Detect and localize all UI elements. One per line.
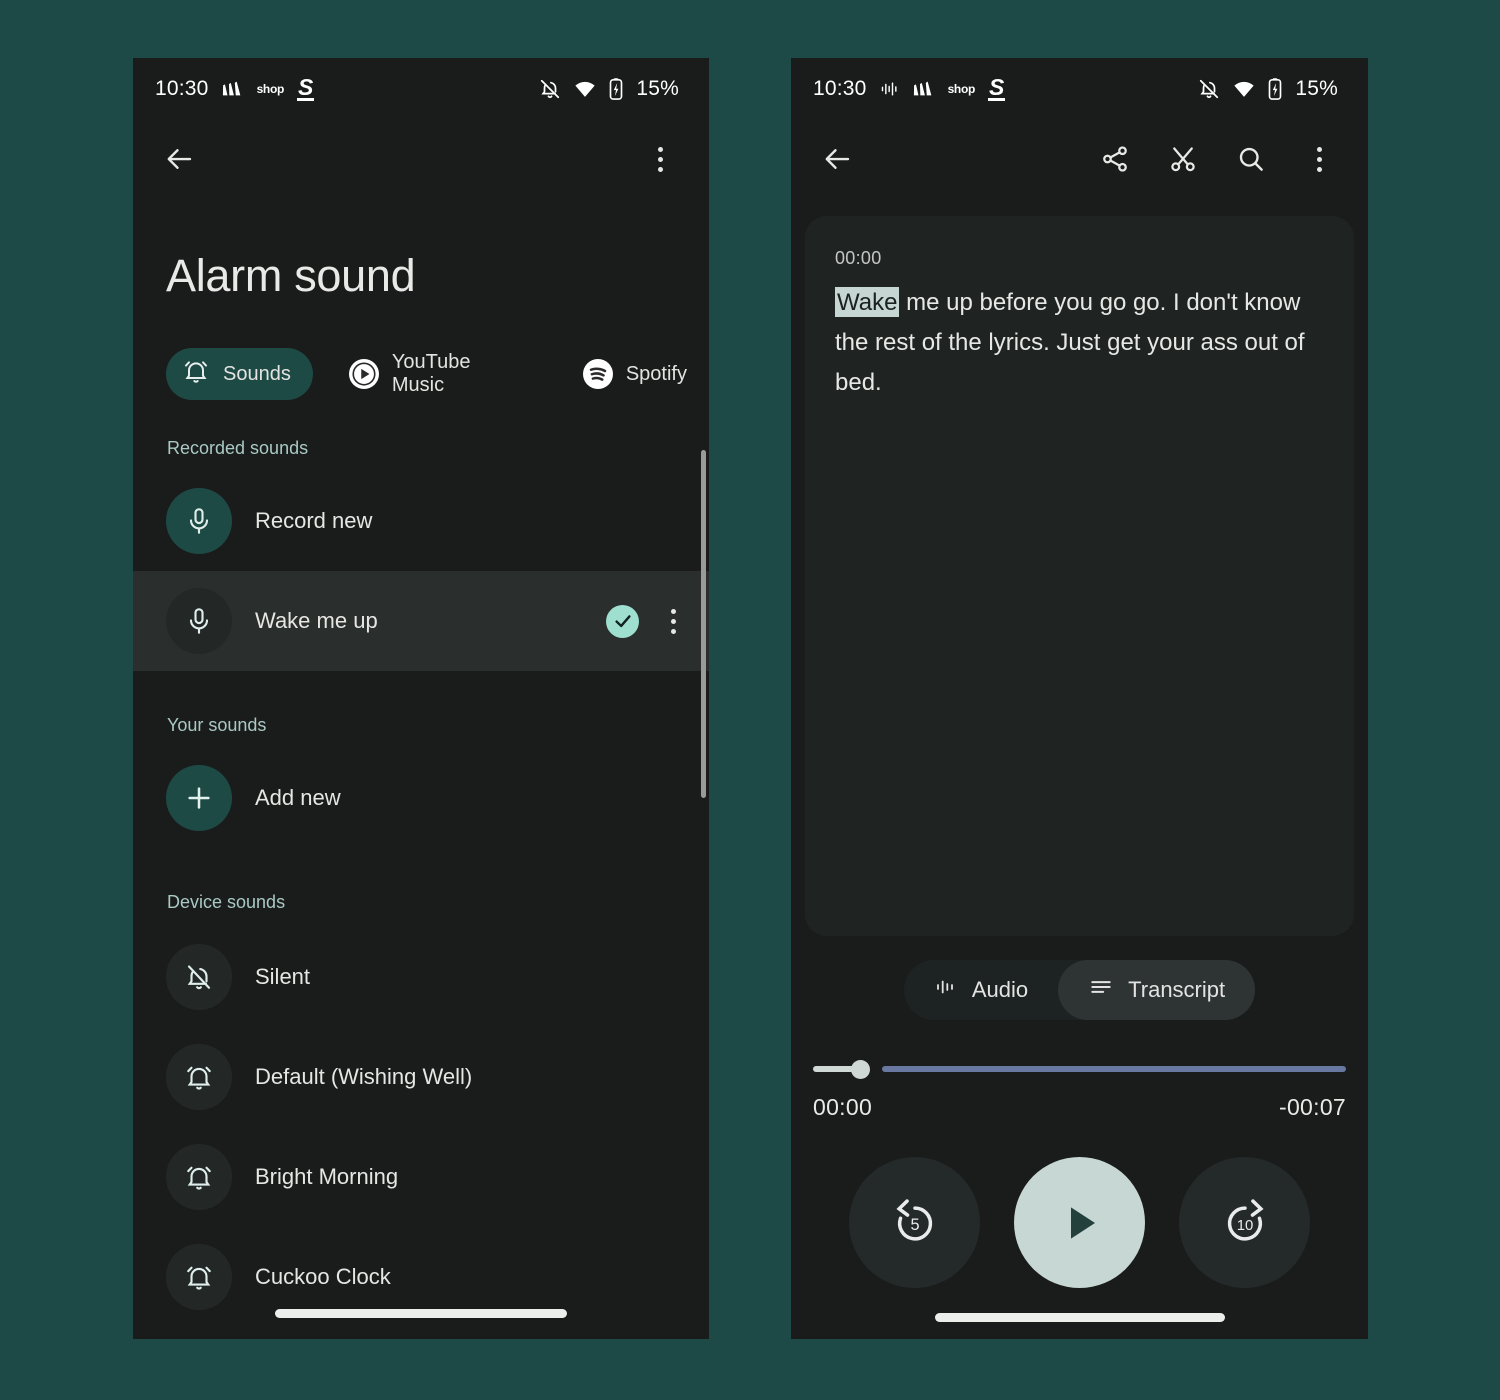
- scrollbar-thumb[interactable]: [701, 450, 706, 798]
- list-item-label: Cuckoo Clock: [255, 1264, 391, 1289]
- view-toggle-group: Audio Transcript: [791, 960, 1368, 1020]
- chip-label-spotify: Spotify: [625, 362, 687, 385]
- home-indicator: [275, 1309, 567, 1318]
- more-vert-icon[interactable]: [637, 136, 683, 182]
- list-item-label: Record new: [255, 508, 373, 533]
- shop-icon: shop: [256, 82, 285, 96]
- chip-sounds[interactable]: Sounds: [166, 348, 313, 400]
- list-item-label: Silent: [255, 964, 311, 989]
- transcript-timestamp: 00:00: [835, 248, 882, 268]
- section-label-recorded-sounds: Recorded sounds: [167, 438, 309, 458]
- status-bar-left: 10:30 shop S 15%: [133, 58, 709, 120]
- svg-text:5: 5: [910, 1216, 919, 1234]
- replay-5-button[interactable]: 5: [849, 1157, 980, 1288]
- waveform-icon: [880, 79, 900, 99]
- chip-spotify[interactable]: Spotify: [567, 348, 709, 400]
- adidas-logo-icon: [222, 81, 244, 97]
- list-item-record-new[interactable]: Record new: [133, 471, 709, 571]
- scissors-trim-icon[interactable]: [1160, 136, 1206, 182]
- list-item-bright-morning[interactable]: Bright Morning: [133, 1127, 709, 1227]
- alarm-bell-icon: [166, 1244, 232, 1310]
- list-item-default-wishing-well[interactable]: Default (Wishing Well): [133, 1027, 709, 1127]
- s-logo-icon: S: [988, 73, 1006, 102]
- list-item-label: Add new: [255, 785, 341, 810]
- phone-screen-recording-player: 10:30 shop S 15% 00:00 Wake me up before…: [791, 58, 1368, 1339]
- source-chip-group: Sounds YouTube Music Spotify: [133, 302, 709, 400]
- share-icon[interactable]: [1092, 136, 1138, 182]
- seek-thumb[interactable]: [851, 1060, 870, 1079]
- section-label-device-sounds: Device sounds: [167, 892, 286, 912]
- play-button[interactable]: [1014, 1157, 1145, 1288]
- battery-charging-icon: [1268, 78, 1282, 100]
- app-bar-right: [791, 120, 1368, 198]
- s-logo-icon: S: [297, 73, 315, 102]
- remaining-time: -00:07: [1278, 1094, 1346, 1120]
- back-arrow-icon[interactable]: [815, 136, 861, 182]
- microphone-icon: [166, 488, 232, 554]
- notifications-off-icon: [1198, 78, 1220, 100]
- playback-times: 00:00 -00:07: [813, 1094, 1346, 1121]
- adidas-logo-icon: [913, 81, 935, 97]
- bell-off-icon: [166, 944, 232, 1010]
- svg-text:10: 10: [1236, 1217, 1253, 1234]
- wifi-icon: [574, 81, 596, 98]
- notifications-off-icon: [539, 78, 561, 100]
- list-item-label: Wake me up: [255, 608, 378, 633]
- tab-label-audio: Audio: [971, 977, 1029, 1002]
- elapsed-time: 00:00: [813, 1094, 873, 1120]
- check-circle-icon[interactable]: [606, 604, 639, 638]
- tab-transcript[interactable]: Transcript: [1058, 960, 1256, 1020]
- waveform-icon: [934, 975, 958, 1005]
- status-time: 10:30: [155, 77, 209, 100]
- list-item-wake-me-up[interactable]: Wake me up: [133, 571, 709, 671]
- battery-percent: 15%: [636, 77, 679, 100]
- list-item-label: Bright Morning: [255, 1164, 399, 1189]
- list-item-label: Default (Wishing Well): [255, 1064, 473, 1089]
- back-arrow-icon[interactable]: [157, 136, 203, 182]
- seek-remaining-track: [882, 1066, 1346, 1072]
- transcript-text: Wake me up before you go go. I don't kno…: [835, 283, 1324, 403]
- player-controls: 5 10: [791, 1157, 1368, 1288]
- transcript-highlighted-word[interactable]: Wake: [835, 287, 900, 317]
- youtube-music-icon: [348, 359, 379, 389]
- battery-charging-icon: [609, 78, 623, 100]
- list-item-add-new[interactable]: Add new: [133, 748, 709, 848]
- transcript-rest: me up before you go go. I don't know the…: [835, 289, 1305, 396]
- spotify-icon: [582, 359, 613, 389]
- shop-icon: shop: [947, 82, 976, 96]
- app-bar-left: [133, 120, 709, 198]
- wifi-icon: [1233, 81, 1255, 98]
- more-vert-icon[interactable]: [1296, 136, 1342, 182]
- plus-icon: [166, 765, 232, 831]
- chip-label-sounds: Sounds: [223, 362, 291, 385]
- chip-youtube-music[interactable]: YouTube Music: [333, 348, 547, 400]
- more-vert-icon[interactable]: [663, 598, 683, 644]
- alarm-bell-icon: [166, 1044, 232, 1110]
- forward-10-button[interactable]: 10: [1179, 1157, 1310, 1288]
- alarm-bell-icon: [182, 357, 210, 391]
- tab-label-transcript: Transcript: [1128, 977, 1226, 1002]
- phone-screen-alarm-sound: 10:30 shop S 15% Alarm sound Sounds YouT…: [133, 58, 709, 1339]
- seek-bar[interactable]: [813, 1060, 1346, 1079]
- status-time: 10:30: [813, 77, 867, 100]
- section-label-your-sounds: Your sounds: [167, 715, 267, 735]
- home-indicator: [934, 1313, 1225, 1322]
- battery-percent: 15%: [1295, 77, 1338, 100]
- chip-label-youtube-music: YouTube Music: [391, 351, 471, 396]
- transcript-card[interactable]: 00:00 Wake me up before you go go. I don…: [805, 216, 1354, 936]
- list-lines-icon: [1088, 974, 1114, 1006]
- sound-list: Recorded sounds Record new Wake me up Yo…: [133, 438, 709, 1327]
- alarm-bell-icon: [166, 1144, 232, 1210]
- status-bar-right: 10:30 shop S 15%: [791, 58, 1368, 120]
- screenshot-canvas: 10:30 shop S 15% Alarm sound Sounds YouT…: [0, 0, 1500, 1400]
- search-icon[interactable]: [1228, 136, 1274, 182]
- tab-audio[interactable]: Audio: [904, 960, 1058, 1020]
- page-title: Alarm sound: [166, 250, 416, 301]
- list-item-silent[interactable]: Silent: [133, 927, 709, 1027]
- microphone-icon: [166, 588, 232, 654]
